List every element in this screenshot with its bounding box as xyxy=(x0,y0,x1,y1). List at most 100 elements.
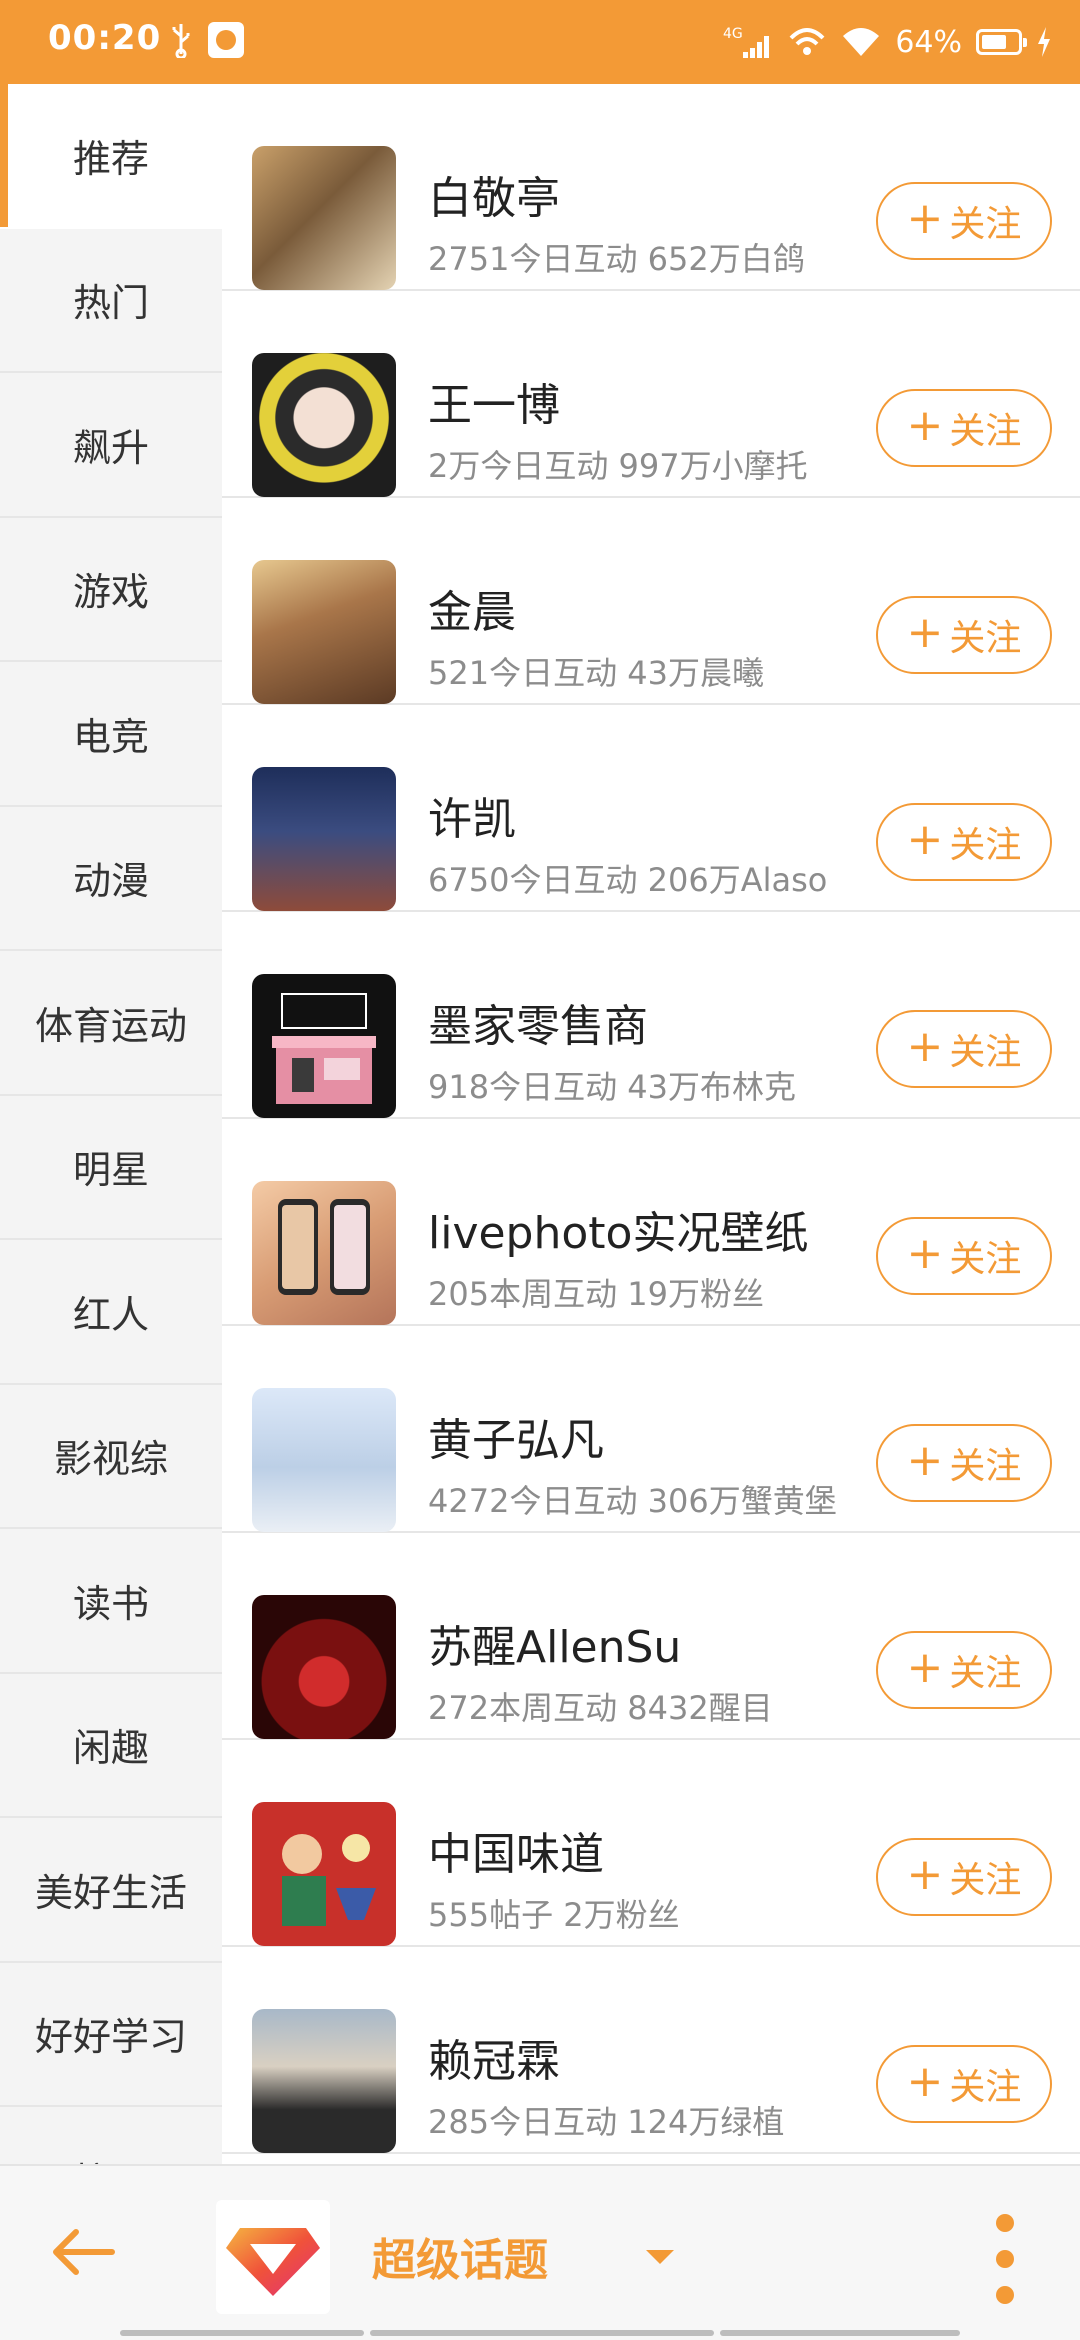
more-options-button[interactable] xyxy=(990,2214,1020,2304)
topic-avatar[interactable] xyxy=(252,353,396,497)
sidebar-item-label: 动漫 xyxy=(72,859,149,904)
scroll-indicator xyxy=(370,2330,714,2336)
follow-button[interactable]: + 关注 xyxy=(876,596,1052,674)
plus-icon: + xyxy=(906,2056,944,2107)
sidebar-item-rising[interactable]: 飙升 xyxy=(0,373,222,518)
topic-name: 白敬亭 xyxy=(428,173,560,224)
follow-label: 关注 xyxy=(949,618,1022,659)
follow-label: 关注 xyxy=(949,1446,1022,1487)
sidebar-item-study[interactable]: 好好学习 xyxy=(0,1963,222,2107)
usb-icon xyxy=(172,24,190,58)
dropdown-triangle-icon[interactable] xyxy=(640,2236,680,2276)
topic-row[interactable]: 赖冠霖 285今日互动 124万绿植 + 关注 xyxy=(222,1947,1080,2154)
topic-avatar[interactable] xyxy=(252,146,396,290)
sidebar-item-stars[interactable]: 明星 xyxy=(0,1096,222,1240)
more-dot xyxy=(996,2214,1014,2232)
follow-label: 关注 xyxy=(949,1860,1022,1901)
sidebar-item-label: 电竞 xyxy=(72,714,149,759)
topic-row[interactable]: 王一博 2万今日互动 997万小摩托 + 关注 xyxy=(222,291,1080,498)
plus-icon: + xyxy=(906,193,944,244)
sidebar-item-reading[interactable]: 读书 xyxy=(0,1529,222,1674)
status-time: 00:20 xyxy=(48,18,162,58)
hotspot-icon xyxy=(789,28,825,55)
plus-icon: + xyxy=(906,1849,944,1900)
follow-label: 关注 xyxy=(949,411,1022,452)
plus-icon: + xyxy=(906,814,944,865)
more-dot xyxy=(996,2250,1014,2268)
topic-avatar[interactable] xyxy=(252,1388,396,1532)
back-arrow-icon[interactable] xyxy=(48,2222,118,2282)
topic-row[interactable]: 苏醒AllenSu 272本周互动 8432醒目 + 关注 xyxy=(222,1533,1080,1740)
folk-art-image xyxy=(282,1834,376,1926)
sidebar-item-anime[interactable]: 动漫 xyxy=(0,807,222,951)
topic-row[interactable]: 黄子弘凡 4272今日互动 306万蟹黄堡 + 关注 xyxy=(222,1326,1080,1533)
sidebar-item-influencers[interactable]: 红人 xyxy=(0,1240,222,1385)
topic-avatar[interactable] xyxy=(252,1595,396,1739)
sidebar-item-label: 飙升 xyxy=(72,425,149,470)
wifi-icon xyxy=(843,28,880,56)
cellular-signal-icon: 4G xyxy=(723,26,770,58)
topic-avatar[interactable] xyxy=(252,560,396,704)
sidebar-item-label: 影视综 xyxy=(53,1437,168,1482)
topic-name: 赖冠霖 xyxy=(428,2036,560,2087)
topic-avatar[interactable] xyxy=(252,1181,396,1325)
follow-label: 关注 xyxy=(949,1032,1022,1073)
follow-button[interactable]: + 关注 xyxy=(876,1838,1052,1916)
topic-meta: 918今日互动 43万布林克 xyxy=(428,1068,796,1106)
topic-name: 王一博 xyxy=(428,380,560,431)
follow-button[interactable]: + 关注 xyxy=(876,1010,1052,1088)
topic-meta: 2751今日互动 652万白鸽 xyxy=(428,240,805,278)
topic-avatar[interactable] xyxy=(252,767,396,911)
scroll-indicator xyxy=(720,2330,960,2336)
sidebar-item-games[interactable]: 游戏 xyxy=(0,518,222,662)
topic-row[interactable]: 墨家零售商 918今日互动 43万布林克 + 关注 xyxy=(222,912,1080,1119)
sidebar-item-label: 读书 xyxy=(72,1581,149,1626)
sidebar-item-esports[interactable]: 电竞 xyxy=(0,662,222,807)
sidebar-item-label: 好好学习 xyxy=(34,2015,187,2060)
sidebar-item-recommend[interactable]: 推荐 xyxy=(0,84,222,229)
follow-label: 关注 xyxy=(949,1653,1022,1694)
topic-name: 黄子弘凡 xyxy=(428,1415,604,1466)
follow-button[interactable]: + 关注 xyxy=(876,1217,1052,1295)
sidebar-item-good-life[interactable]: 美好生活 xyxy=(0,1818,222,1963)
follow-button[interactable]: + 关注 xyxy=(876,2045,1052,2123)
plus-icon: + xyxy=(906,607,944,658)
follow-button[interactable]: + 关注 xyxy=(876,803,1052,881)
battery-percent: 64% xyxy=(895,24,962,60)
sidebar-item-sports[interactable]: 体育运动 xyxy=(0,951,222,1096)
topic-avatar[interactable] xyxy=(252,2009,396,2153)
follow-button[interactable]: + 关注 xyxy=(876,1424,1052,1502)
category-sidebar: 推荐 热门 飙升 游戏 电竞 动漫 体育运动 明星 红人 影视综 读书 闲趣 美… xyxy=(0,84,222,2164)
phones-image xyxy=(278,1199,370,1295)
topic-name: 墨家零售商 xyxy=(428,1001,648,1052)
sidebar-item-leisure[interactable]: 闲趣 xyxy=(0,1674,222,1818)
topic-row[interactable]: 金晨 521今日互动 43万晨曦 + 关注 xyxy=(222,498,1080,705)
sidebar-item-hot[interactable]: 热门 xyxy=(0,229,222,373)
status-right: 4G 64% xyxy=(723,20,1052,64)
topic-row[interactable]: 白敬亭 2751今日互动 652万白鸽 + 关注 xyxy=(222,84,1080,291)
sidebar-item-label: 校园 xyxy=(73,2151,149,2164)
topic-row[interactable]: 许凯 6750今日互动 206万Alaso + 关注 xyxy=(222,705,1080,912)
plus-icon: + xyxy=(906,400,944,451)
sidebar-item-label: 闲趣 xyxy=(72,1726,149,1771)
storefront-image xyxy=(272,993,376,1104)
bottom-title[interactable]: 超级话题 xyxy=(372,2224,548,2288)
scroll-indicator xyxy=(120,2330,364,2336)
charging-icon xyxy=(1038,27,1050,57)
topic-meta: 555帖子 2万粉丝 xyxy=(428,1896,680,1934)
sidebar-item-film-tv[interactable]: 影视综 xyxy=(0,1385,222,1529)
follow-button[interactable]: + 关注 xyxy=(876,1631,1052,1709)
topic-avatar[interactable] xyxy=(252,974,396,1118)
topic-meta: 521今日互动 43万晨曦 xyxy=(428,654,764,692)
sidebar-item-campus[interactable]: 校园 xyxy=(0,2107,222,2164)
more-dot xyxy=(996,2286,1014,2304)
topic-row[interactable]: 中国味道 555帖子 2万粉丝 + 关注 xyxy=(222,1740,1080,1947)
topic-name: 中国味道 xyxy=(428,1829,604,1880)
topic-avatar[interactable] xyxy=(252,1802,396,1946)
sidebar-item-label: 红人 xyxy=(72,1292,149,1337)
follow-button[interactable]: + 关注 xyxy=(876,389,1052,467)
topic-row[interactable]: livephoto实况壁纸 205本周互动 19万粉丝 + 关注 xyxy=(222,1119,1080,1326)
follow-button[interactable]: + 关注 xyxy=(876,182,1052,260)
topic-name: 许凯 xyxy=(428,794,516,845)
topic-meta: 4272今日互动 306万蟹黄堡 xyxy=(428,1482,837,1520)
